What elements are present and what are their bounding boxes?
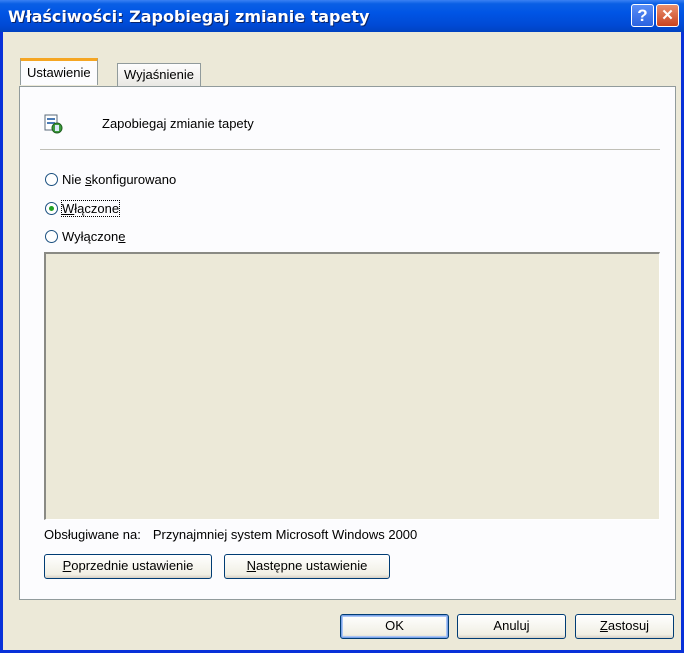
radio-disabled-button[interactable]	[45, 230, 58, 243]
properties-dialog: Właściwości: Zapobiegaj zmianie tapety ?…	[0, 0, 684, 653]
previous-setting-button[interactable]: Poprzednie ustawienie	[44, 554, 212, 579]
help-button[interactable]: ?	[631, 4, 654, 27]
policy-name: Zapobiegaj zmianie tapety	[102, 116, 254, 131]
apply-button[interactable]: Zastosuj	[575, 614, 674, 639]
supported-on-label: Obsługiwane na:	[44, 527, 141, 542]
supported-on: Obsługiwane na: Przynajmniej system Micro…	[44, 527, 417, 542]
title-bar[interactable]: Właściwości: Zapobiegaj zmianie tapety ?…	[0, 0, 684, 32]
radio-enabled[interactable]: Włączone	[45, 200, 121, 217]
radio-enabled-button[interactable]	[45, 202, 58, 215]
policy-setting-icon	[44, 114, 63, 134]
tab-setting[interactable]: Ustawienie	[20, 58, 98, 85]
tab-explanation[interactable]: Wyjaśnienie	[117, 63, 201, 86]
supported-on-value: Przynajmniej system Microsoft Windows 20…	[152, 527, 418, 542]
close-button[interactable]: ✕	[656, 4, 679, 27]
window-title: Właściwości: Zapobiegaj zmianie tapety	[8, 7, 370, 26]
separator	[40, 149, 660, 150]
radio-not-configured-label: Nie skonfigurowano	[62, 172, 177, 187]
radio-disabled-label: Wyłączone	[62, 229, 126, 244]
radio-disabled[interactable]: Wyłączone	[45, 229, 125, 244]
radio-enabled-label: Włączone	[60, 200, 121, 217]
ok-button[interactable]: OK	[340, 614, 449, 639]
next-setting-button[interactable]: Następne ustawienie	[224, 554, 390, 579]
settings-panel: Zapobiegaj zmianie tapety Nie skonfiguro…	[19, 86, 676, 600]
radio-not-configured-button[interactable]	[45, 173, 58, 186]
options-box	[44, 252, 660, 520]
cancel-button[interactable]: Anuluj	[457, 614, 566, 639]
radio-not-configured[interactable]: Nie skonfigurowano	[45, 172, 176, 187]
